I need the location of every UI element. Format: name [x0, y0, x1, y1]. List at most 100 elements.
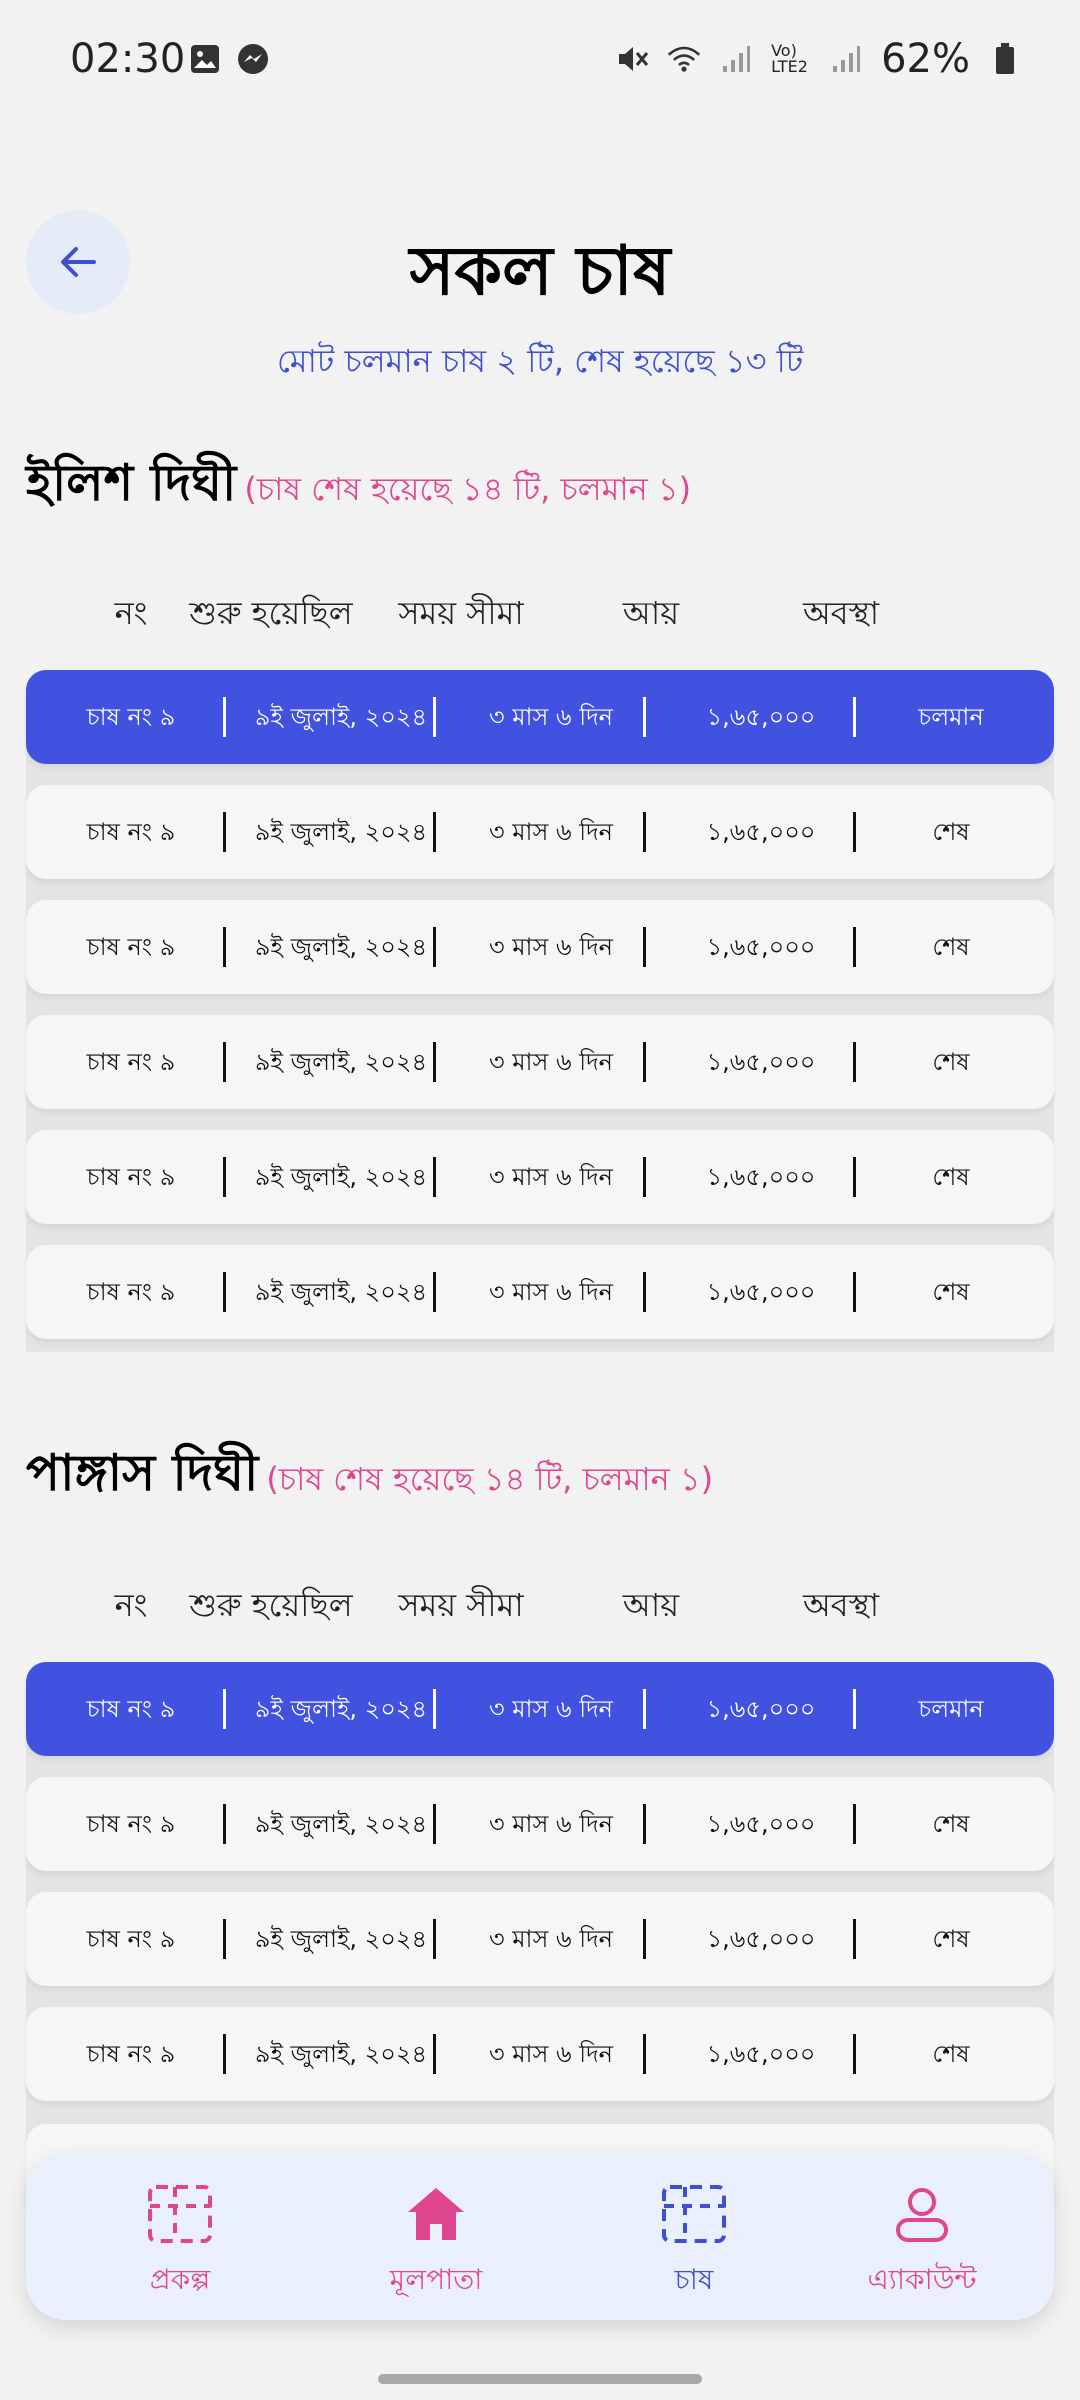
section-title-pangas: পাঙ্গাস দিঘী (চাষ শেষ হয়েছে ১৪ টি, চলমান… — [26, 1436, 713, 1519]
row-id: চাষ নং ৯ — [86, 1810, 176, 1838]
row-start-date: ৯ই জুলাই, ২০২৪ — [254, 2040, 428, 2068]
table-row[interactable]: চাষ নং ৯ ৯ই জুলাই, ২০২৪ ৩ মাস ৬ দিন ১,৬৫,০০… — [26, 1130, 1054, 1224]
col-header-period: সময় সীমা — [398, 594, 524, 632]
row-start-date: ৯ই জুলাই, ২০২৪ — [254, 933, 428, 961]
cell-divider — [643, 1689, 646, 1729]
row-id: চাষ নং ৯ — [86, 1163, 176, 1191]
status-bar: 02:30 Vo) LTE2 62% — [0, 0, 1080, 120]
row-status: শেষ — [932, 1048, 970, 1076]
signal-icon-2 — [829, 42, 863, 76]
row-period: ৩ মাস ৬ দিন — [488, 2040, 614, 2068]
cell-divider — [223, 697, 226, 737]
cell-divider — [643, 1804, 646, 1844]
row-income: ১,৬৫,০০০ — [706, 1163, 816, 1191]
col-header-period: সময় সীমা — [398, 1586, 524, 1624]
home-indicator[interactable] — [378, 2374, 702, 2384]
table-row[interactable]: চাষ নং ৯ ৯ই জুলাই, ২০২৪ ৩ মাস ৬ দিন ১,৬৫,০০… — [26, 2007, 1054, 2101]
cell-divider — [643, 1042, 646, 1082]
row-id: চাষ নং ৯ — [86, 1278, 176, 1306]
nav-item-home[interactable]: মূলপাতা — [336, 2182, 536, 2305]
row-id: চাষ নং ৯ — [86, 1695, 176, 1723]
lte-label: Vo) LTE2 — [771, 41, 808, 76]
nav-item-farming[interactable]: চাষ — [594, 2182, 794, 2305]
row-start-date: ৯ই জুলাই, ২০২৪ — [254, 1163, 428, 1191]
table-row[interactable]: চাষ নং ৯ ৯ই জুলাই, ২০২৪ ৩ মাস ৬ দিন ১,৬৫,০০… — [26, 1777, 1054, 1871]
table-row[interactable]: চাষ নং ৯ ৯ই জুলাই, ২০২৪ ৩ মাস ৬ দিন ১,৬৫,০০… — [26, 1892, 1054, 1986]
section-name: পাঙ্গাস দিঘী — [26, 1444, 259, 1502]
row-income: ১,৬৫,০০০ — [706, 818, 816, 846]
cell-divider — [223, 1919, 226, 1959]
cell-divider — [433, 1272, 436, 1312]
bottom-nav: প্রকল্প মূলপাতা চাষ এ্যাকাউন্ট — [26, 2152, 1054, 2320]
row-income: ১,৬৫,০০০ — [706, 1278, 816, 1306]
cell-divider — [643, 1272, 646, 1312]
cell-divider — [853, 1272, 856, 1312]
cell-divider — [433, 2034, 436, 2074]
column-headers: নং শুরু হয়েছিল সময় সীমা আয় অবস্থা — [26, 1580, 1054, 1640]
cell-divider — [643, 927, 646, 967]
row-start-date: ৯ই জুলাই, ২০২৪ — [254, 818, 428, 846]
col-header-status: অবস্থা — [803, 1586, 879, 1624]
battery-percent: 62% — [881, 36, 970, 82]
row-start-date: ৯ই জুলাই, ২০২৪ — [254, 1925, 428, 1953]
table-row[interactable]: চাষ নং ৯ ৯ই জুলাই, ২০২৪ ৩ মাস ৬ দিন ১,৬৫,০০… — [26, 1245, 1054, 1339]
nav-label-farming: চাষ — [674, 2263, 714, 2296]
cell-divider — [643, 1919, 646, 1959]
mute-icon — [615, 42, 649, 76]
row-period: ৩ মাস ৬ দিন — [488, 1163, 614, 1191]
row-income: ১,৬৫,০০০ — [706, 933, 816, 961]
table-row[interactable]: চাষ নং ৯ ৯ই জুলাই, ২০২৪ ৩ মাস ৬ দিন ১,৬৫,০০… — [26, 785, 1054, 879]
cell-divider — [643, 1157, 646, 1197]
row-start-date: ৯ই জুলাই, ২০২৪ — [254, 1695, 428, 1723]
nav-label-account: এ্যাকাউন্ট — [867, 2263, 977, 2296]
section-subtitle: (চাষ শেষ হয়েছে ১৪ টি, চলমান ১) — [244, 470, 692, 508]
section-title-ilish: ইলিশ দিঘী (চাষ শেষ হয়েছে ১৪ টি, চলমান ১) — [26, 446, 691, 529]
project-icon — [80, 2182, 280, 2246]
row-status: শেষ — [932, 933, 970, 961]
table-row[interactable]: চাষ নং ৯ ৯ই জুলাই, ২০২৪ ৩ মাস ৬ দিন ১,৬৫,০০… — [26, 1662, 1054, 1756]
cell-divider — [433, 697, 436, 737]
row-id: চাষ নং ৯ — [86, 1925, 176, 1953]
cell-divider — [223, 1804, 226, 1844]
table-row[interactable]: চাষ নং ৯ ৯ই জুলাই, ২০২৪ ৩ মাস ৬ দিন ১,৬৫,০০… — [26, 1015, 1054, 1109]
cell-divider — [643, 812, 646, 852]
table-row[interactable]: চাষ নং ৯ ৯ই জুলাই, ২০২৪ ৩ মাস ৬ দিন ১,৬৫,০০… — [26, 670, 1054, 764]
row-id: চাষ নং ৯ — [86, 1048, 176, 1076]
row-status: শেষ — [932, 818, 970, 846]
status-time: 02:30 — [70, 36, 186, 82]
row-income: ১,৬৫,০০০ — [706, 1048, 816, 1076]
page-title: সকল চাষ — [409, 232, 671, 311]
cell-divider — [853, 2034, 856, 2074]
nav-item-account[interactable]: এ্যাকাউন্ট — [822, 2182, 1022, 2305]
cell-divider — [223, 1157, 226, 1197]
cell-divider — [853, 1919, 856, 1959]
row-start-date: ৯ই জুলাই, ২০২৪ — [254, 703, 428, 731]
cell-divider — [433, 1689, 436, 1729]
row-status: শেষ — [932, 1925, 970, 1953]
cell-divider — [433, 1804, 436, 1844]
messenger-icon — [236, 42, 270, 76]
row-id: চাষ নং ৯ — [86, 703, 176, 731]
cell-divider — [223, 1272, 226, 1312]
status-right: Vo) LTE2 62% — [615, 36, 1022, 82]
cell-divider — [853, 927, 856, 967]
gallery-icon — [188, 42, 222, 76]
col-header-start: শুরু হয়েছিল — [189, 594, 353, 632]
cell-divider — [223, 927, 226, 967]
cell-divider — [433, 1042, 436, 1082]
cell-divider — [223, 2034, 226, 2074]
row-period: ৩ মাস ৬ দিন — [488, 703, 614, 731]
cell-divider — [223, 1689, 226, 1729]
cell-divider — [853, 1804, 856, 1844]
row-id: চাষ নং ৯ — [86, 933, 176, 961]
nav-label-project: প্রকল্প — [149, 2263, 211, 2296]
farming-icon — [594, 2182, 794, 2246]
row-status: শেষ — [932, 2040, 970, 2068]
row-period: ৩ মাস ৬ দিন — [488, 1695, 614, 1723]
col-header-status: অবস্থা — [803, 594, 879, 632]
row-start-date: ৯ই জুলাই, ২০২৪ — [254, 1810, 428, 1838]
nav-item-project[interactable]: প্রকল্প — [80, 2182, 280, 2305]
row-start-date: ৯ই জুলাই, ২০২৪ — [254, 1048, 428, 1076]
table-row[interactable]: চাষ নং ৯ ৯ই জুলাই, ২০২৪ ৩ মাস ৬ দিন ১,৬৫,০০… — [26, 900, 1054, 994]
cell-divider — [853, 697, 856, 737]
